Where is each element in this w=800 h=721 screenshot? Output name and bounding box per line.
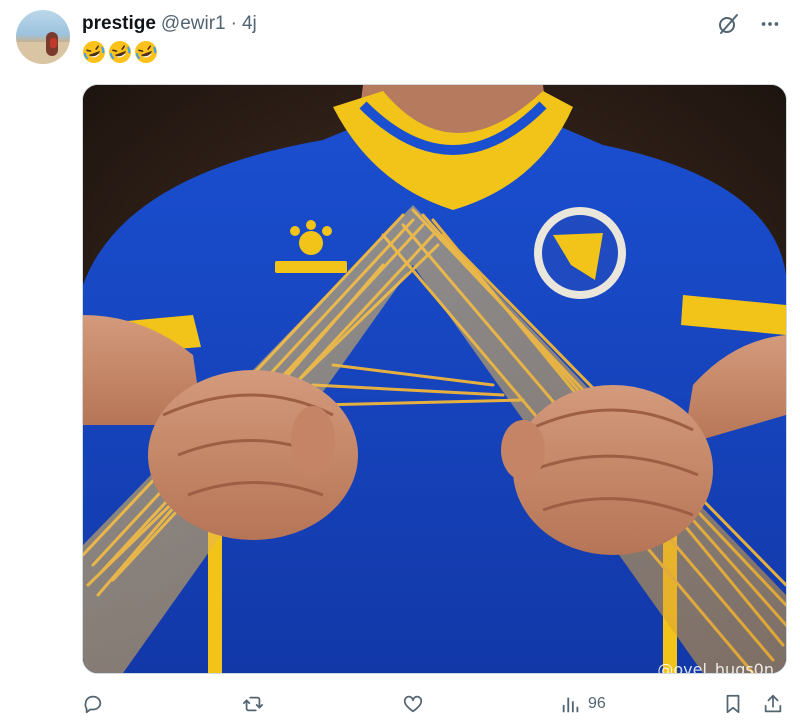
- bookmark-icon: [726, 694, 740, 714]
- avatar-sand: [16, 42, 70, 64]
- grok-icon[interactable]: [714, 10, 742, 38]
- tweet-image[interactable]: @ovel_hugs0n: [82, 84, 787, 674]
- share-icon: [764, 694, 782, 713]
- rolling-laughing-emoji-icon: [109, 41, 131, 63]
- author-name[interactable]: prestige: [82, 13, 156, 35]
- image-watermark: @ovel_hugs0n: [657, 660, 774, 674]
- separator-dot: ·: [230, 13, 237, 34]
- tweet-action-bar: 96: [82, 688, 785, 720]
- heart-icon: [403, 695, 423, 713]
- tweet-header: prestige @ewir1 · 4j: [82, 12, 257, 36]
- spaghetti-photo: [83, 85, 786, 673]
- retweet-icon: [242, 696, 264, 712]
- views-count: 96: [588, 695, 606, 712]
- avatar-figure-detail: [50, 38, 57, 48]
- author-handle[interactable]: @ewir1: [161, 13, 226, 35]
- reply-button[interactable]: [82, 688, 104, 720]
- views-icon: [562, 697, 579, 713]
- bosnia-crest: [534, 207, 626, 299]
- rolling-laughing-emoji-icon: [135, 41, 157, 63]
- reply-icon: [84, 695, 102, 714]
- bookmark-button[interactable]: [722, 688, 744, 720]
- share-button[interactable]: [762, 688, 784, 720]
- tweet-header-actions: [714, 10, 784, 38]
- views-button[interactable]: 96: [560, 688, 606, 720]
- rolling-laughing-emoji-icon: [83, 41, 105, 63]
- like-button[interactable]: [402, 688, 424, 720]
- more-icon[interactable]: [756, 10, 784, 38]
- retweet-button[interactable]: [242, 688, 264, 720]
- timestamp[interactable]: 4j: [242, 13, 257, 35]
- tweet-text: [82, 40, 158, 64]
- avatar[interactable]: [16, 10, 70, 64]
